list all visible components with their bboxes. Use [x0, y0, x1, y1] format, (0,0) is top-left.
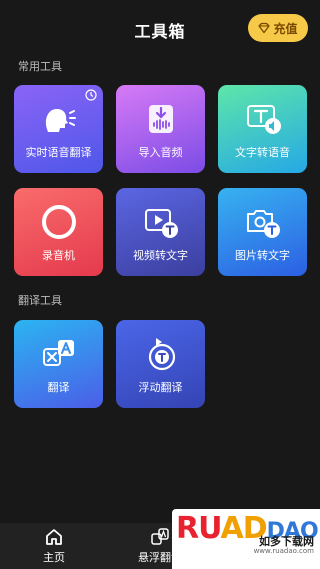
diamond-icon: [258, 22, 271, 34]
text-speaker-icon: [246, 105, 281, 134]
translate-icon: [42, 340, 74, 366]
card-realtime-voice-translate[interactable]: 实时语音翻译: [14, 85, 103, 173]
float-translate-icon: [148, 338, 175, 371]
card-import-audio[interactable]: 导入音频: [116, 85, 205, 173]
card-label: 翻译: [47, 381, 70, 394]
card-translate[interactable]: 翻译: [14, 320, 103, 408]
import-audio-icon: [148, 105, 173, 133]
watermark-logo: RUADDAO 如多下载网 www.ruadao.com: [172, 509, 320, 569]
card-image-to-text[interactable]: 图片转文字: [218, 188, 307, 276]
card-label: 视频转文字: [133, 249, 188, 262]
card-label: 录音机: [42, 249, 75, 262]
card-label: 文字转语音: [235, 146, 290, 159]
nav-home-label: 主页: [43, 551, 65, 564]
card-label: 实时语音翻译: [25, 146, 92, 159]
video-text-icon: [144, 209, 178, 238]
home-icon: [46, 529, 62, 545]
card-label: 图片转文字: [235, 249, 290, 262]
section-translate-tools: 翻译工具: [18, 294, 62, 307]
card-label: 导入音频: [138, 146, 183, 159]
card-label: 浮动翻译: [138, 381, 183, 394]
watermark-url: www.ruadao.com: [253, 547, 314, 555]
header: 工具箱 充值: [0, 0, 320, 58]
nav-home[interactable]: 主页: [14, 527, 94, 565]
card-video-to-text[interactable]: 视频转文字: [116, 188, 205, 276]
card-text-to-speech[interactable]: 文字转语音: [218, 85, 307, 173]
translate-icon: [151, 528, 169, 545]
charge-label: 充值: [273, 21, 298, 36]
clock-icon: [85, 89, 97, 101]
charge-button[interactable]: 充值: [248, 14, 308, 42]
camera-text-icon: [246, 210, 280, 238]
section-common-tools: 常用工具: [18, 60, 62, 73]
speaking-head-icon: [45, 109, 76, 132]
card-recorder[interactable]: 录音机: [14, 188, 103, 276]
record-circle-icon: [41, 205, 76, 239]
card-float-translate[interactable]: 浮动翻译: [116, 320, 205, 408]
